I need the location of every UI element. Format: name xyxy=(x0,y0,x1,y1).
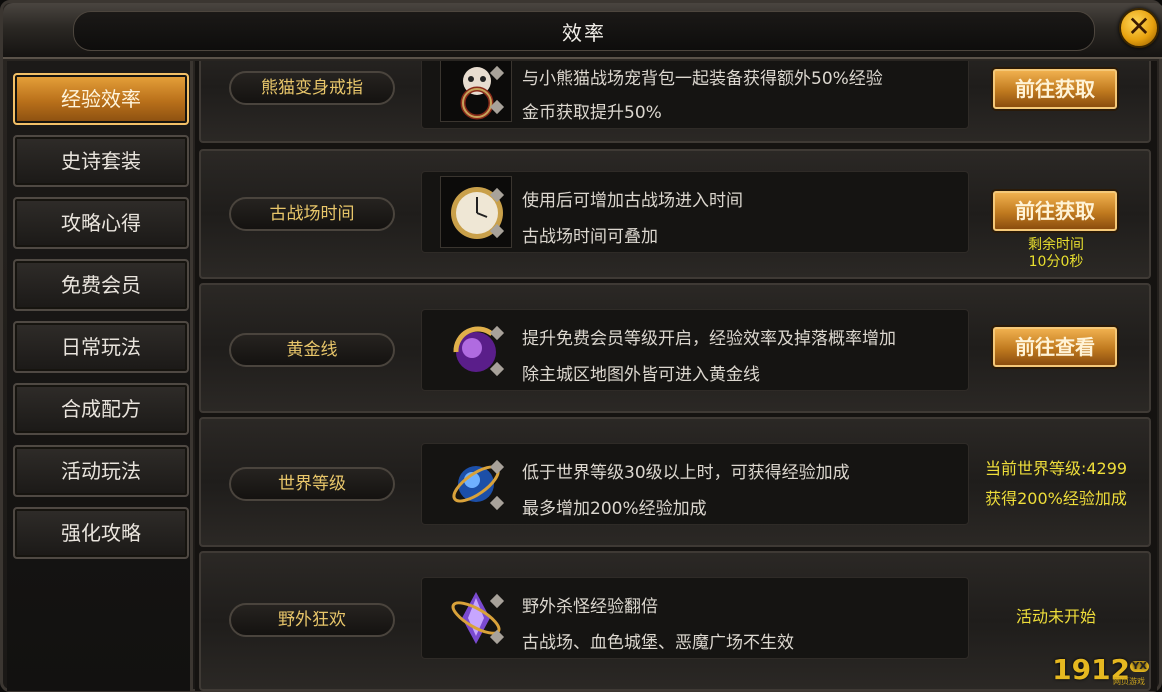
row-label: 古战场时间 xyxy=(229,197,395,231)
desc-line: 与小熊猫战场宠背包一起装备获得额外50%经验 xyxy=(489,64,883,89)
purple-crystal-icon xyxy=(440,582,512,654)
list-item: 熊猫变身戒指 与小熊猫战场宠背包一起装备获得额外50%经验 金币获取提升50% … xyxy=(199,61,1151,143)
pocket-watch-icon xyxy=(440,176,512,248)
list-item: 黄金线 提升免费会员等级开启，经验效率及掉落概率增加 除主城区地图外皆可进入黄金… xyxy=(199,283,1151,413)
blue-orb-icon xyxy=(440,448,512,520)
purple-orb-icon xyxy=(440,314,512,386)
sidebar-item-daily[interactable]: 日常玩法 xyxy=(13,321,189,373)
row-label: 世界等级 xyxy=(229,467,395,501)
close-button[interactable]: ✕ xyxy=(1119,8,1159,48)
row-label: 黄金线 xyxy=(229,333,395,367)
title-bar: 效率 ✕ xyxy=(3,3,1162,59)
list-item: 古战场时间 使用后可增加古战场进入时间 古战场时间可叠加 前往获取 剩余时间 1… xyxy=(199,149,1151,279)
remaining-time-value: 10分0秒 xyxy=(1028,254,1084,270)
content-list: 熊猫变身戒指 与小熊猫战场宠背包一起装备获得额外50%经验 金币获取提升50% … xyxy=(195,61,1157,691)
desc-box: 提升免费会员等级开启，经验效率及掉落概率增加 除主城区地图外皆可进入黄金线 xyxy=(421,309,969,391)
sidebar-item-events[interactable]: 活动玩法 xyxy=(13,445,189,497)
desc-line: 低于世界等级30级以上时，可获得经验加成 xyxy=(489,458,850,483)
desc-line: 使用后可增加古战场进入时间 xyxy=(489,186,743,211)
desc-line: 野外杀怪经验翻倍 xyxy=(489,592,658,617)
desc-line: 最多增加200%经验加成 xyxy=(489,494,707,519)
world-level-status: 当前世界等级:4299 xyxy=(984,459,1128,478)
list-item: 世界等级 低于世界等级30级以上时，可获得经验加成 最多增加200%经验加成 当… xyxy=(199,417,1151,547)
window-title: 效率 xyxy=(562,21,606,45)
sidebar: 经验效率 史诗套装 攻略心得 免费会员 日常玩法 合成配方 活动玩法 强化攻略 xyxy=(7,61,193,691)
sidebar-item-free-member[interactable]: 免费会员 xyxy=(13,259,189,311)
efficiency-window: 效率 ✕ 经验效率 史诗套装 攻略心得 免费会员 日常玩法 合成配方 活动玩法 … xyxy=(0,0,1162,692)
exp-bonus-status: 获得200%经验加成 xyxy=(985,489,1127,508)
desc-box: 使用后可增加古战场进入时间 古战场时间可叠加 xyxy=(421,171,969,253)
row-label: 野外狂欢 xyxy=(229,603,395,637)
desc-box: 与小熊猫战场宠背包一起装备获得额外50%经验 金币获取提升50% xyxy=(421,61,969,129)
go-obtain-button[interactable]: 前往获取 xyxy=(993,191,1117,231)
event-status: 活动未开始 xyxy=(1015,607,1096,626)
desc-box: 低于世界等级30级以上时，可获得经验加成 最多增加200%经验加成 xyxy=(421,443,969,525)
sidebar-item-enhance[interactable]: 强化攻略 xyxy=(13,507,189,559)
desc-line: 古战场、血色城堡、恶魔广场不生效 xyxy=(489,628,794,653)
close-icon: ✕ xyxy=(1127,10,1151,43)
list-item: 野外狂欢 野外杀怪经验翻倍 古战场、血色城堡、恶魔广场不生效 活动未开始 xyxy=(199,551,1151,691)
sidebar-item-guide[interactable]: 攻略心得 xyxy=(13,197,189,249)
sidebar-item-exp-efficiency[interactable]: 经验效率 xyxy=(13,73,189,125)
desc-box: 野外杀怪经验翻倍 古战场、血色城堡、恶魔广场不生效 xyxy=(421,577,969,659)
desc-line: 金币获取提升50% xyxy=(489,98,662,123)
desc-line: 除主城区地图外皆可进入黄金线 xyxy=(489,360,760,385)
watermark-sub: 网页游戏 xyxy=(1113,677,1145,686)
sidebar-item-crafting[interactable]: 合成配方 xyxy=(13,383,189,435)
desc-line: 古战场时间可叠加 xyxy=(489,222,658,247)
desc-line: 提升免费会员等级开启，经验效率及掉落概率增加 xyxy=(489,324,896,349)
sidebar-item-epic-set[interactable]: 史诗套装 xyxy=(13,135,189,187)
row-label: 熊猫变身戒指 xyxy=(229,71,395,105)
go-obtain-button[interactable]: 前往获取 xyxy=(993,69,1117,109)
remaining-time-label: 剩余时间 xyxy=(1028,237,1084,253)
go-view-button[interactable]: 前往查看 xyxy=(993,327,1117,367)
